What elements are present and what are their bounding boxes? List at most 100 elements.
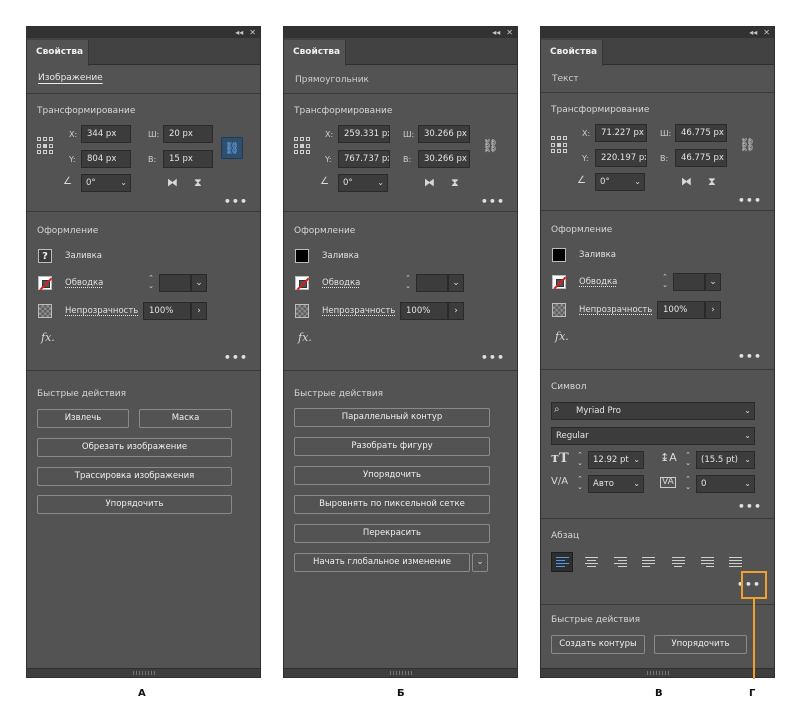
flip-horizontal-icon[interactable]: ⧓ <box>681 176 692 187</box>
stroke-weight-input[interactable] <box>416 274 448 292</box>
collapse-icon[interactable]: ◂◂ <box>235 28 243 37</box>
width-input[interactable]: 20 px <box>163 125 213 143</box>
resize-grip-icon[interactable] <box>646 671 669 675</box>
opacity-label[interactable]: Непрозрачность <box>322 306 395 316</box>
effects-fx-icon[interactable]: fx. <box>41 332 55 343</box>
stroke-weight-dropdown[interactable]: ⌄ <box>705 273 721 291</box>
reference-point-icon[interactable] <box>294 137 312 155</box>
height-input[interactable]: 30.266 px <box>418 150 470 168</box>
effects-fx-icon[interactable]: fx. <box>298 332 312 343</box>
arrange-button[interactable]: Упорядочить <box>37 495 232 514</box>
justify-all-button[interactable] <box>725 552 747 572</box>
mask-button[interactable]: Маска <box>139 409 232 428</box>
font-style-dropdown[interactable]: Regular ⌄ <box>551 427 755 445</box>
unlinked-proportions-icon[interactable]: ⛓ <box>739 139 756 152</box>
stroke-weight-dropdown[interactable]: ⌄ <box>191 274 207 292</box>
font-family-dropdown[interactable]: Myriad Pro ⌄ <box>551 402 755 420</box>
align-to-pixel-grid-button[interactable]: Выровнять по пиксельной сетке <box>294 495 490 514</box>
fill-swatch-mixed-icon[interactable]: ? <box>38 249 52 263</box>
close-icon[interactable]: ✕ <box>249 28 256 37</box>
font-size-dropdown[interactable]: 12.92 pt ⌄ <box>588 451 644 469</box>
image-trace-button[interactable]: Трассировка изображения <box>37 467 232 486</box>
y-input[interactable]: 220.197 px <box>595 149 647 167</box>
tracking-dropdown[interactable]: 0 ⌄ <box>696 475 755 493</box>
more-options-icon[interactable]: ••• <box>224 351 248 364</box>
flip-horizontal-icon[interactable]: ⧓ <box>424 177 435 188</box>
stroke-weight-input[interactable] <box>159 274 191 292</box>
align-left-button[interactable] <box>551 552 573 572</box>
x-input[interactable]: 344 px <box>81 125 131 143</box>
opacity-input[interactable]: 100% <box>657 301 705 319</box>
stroke-swatch-none-icon[interactable] <box>295 276 309 290</box>
align-right-button[interactable] <box>609 552 631 572</box>
justify-right-button[interactable] <box>696 552 718 572</box>
kerning-stepper[interactable]: ⌃ ⌄ <box>574 475 586 493</box>
more-options-icon[interactable]: ••• <box>224 195 248 208</box>
x-input[interactable]: 259.331 px <box>338 125 390 143</box>
y-input[interactable]: 767.737 px <box>338 150 390 168</box>
more-options-icon[interactable]: ••• <box>738 500 762 513</box>
stroke-weight-dropdown[interactable]: ⌄ <box>448 274 464 292</box>
align-center-button[interactable] <box>580 552 602 572</box>
expand-shape-button[interactable]: Разобрать фигуру <box>294 437 490 456</box>
y-input[interactable]: 804 px <box>81 150 131 168</box>
stroke-swatch-none-icon[interactable] <box>552 275 566 289</box>
flip-horizontal-icon[interactable]: ⧓ <box>167 177 178 188</box>
justify-center-button[interactable] <box>667 552 689 572</box>
kerning-dropdown[interactable]: Авто ⌄ <box>588 475 644 493</box>
opacity-label[interactable]: Непрозрачность <box>579 305 652 315</box>
object-type-label[interactable]: Изображение <box>38 73 103 83</box>
crop-image-button[interactable]: Обрезать изображение <box>37 438 232 457</box>
leading-stepper[interactable]: ⌃ ⌄ <box>682 451 694 469</box>
effects-fx-icon[interactable]: fx. <box>555 331 569 342</box>
stroke-label[interactable]: Обводка <box>65 278 103 288</box>
more-options-icon[interactable]: ••• <box>481 195 505 208</box>
extract-button[interactable]: Извлечь <box>37 409 129 428</box>
font-search-icon[interactable]: ⌕ <box>554 405 560 415</box>
opacity-expand-button[interactable]: › <box>705 301 721 319</box>
stroke-weight-stepper[interactable]: ⌃ ⌄ <box>402 274 414 292</box>
stroke-label[interactable]: Обводка <box>579 277 617 287</box>
more-options-icon[interactable]: ••• <box>481 351 505 364</box>
opacity-input[interactable]: 100% <box>143 302 191 320</box>
font-size-stepper[interactable]: ⌃ ⌄ <box>574 451 586 469</box>
collapse-icon[interactable]: ◂◂ <box>492 28 500 37</box>
height-input[interactable]: 15 px <box>163 150 213 168</box>
fill-swatch-icon[interactable] <box>552 248 566 262</box>
more-options-icon[interactable]: ••• <box>738 194 762 207</box>
width-input[interactable]: 46.775 px <box>675 124 727 142</box>
x-input[interactable]: 71.227 px <box>595 124 647 142</box>
opacity-label[interactable]: Непрозрачность <box>65 306 138 316</box>
create-outlines-button[interactable]: Создать контуры <box>551 635 645 654</box>
width-input[interactable]: 30.266 px <box>418 125 470 143</box>
reference-point-icon[interactable] <box>37 137 55 155</box>
stroke-swatch-none-icon[interactable] <box>38 276 52 290</box>
rotation-dropdown[interactable]: 0° ⌄ <box>338 174 388 192</box>
rotation-dropdown[interactable]: 0° ⌄ <box>595 173 645 191</box>
stroke-label[interactable]: Обводка <box>322 278 360 288</box>
opacity-expand-button[interactable]: › <box>448 302 464 320</box>
opacity-input[interactable]: 100% <box>400 302 448 320</box>
tracking-stepper[interactable]: ⌃ ⌄ <box>682 475 694 493</box>
opacity-expand-button[interactable]: › <box>191 302 207 320</box>
tab-properties[interactable]: Свойства <box>284 40 346 66</box>
leading-dropdown[interactable]: (15.5 pt) ⌄ <box>696 451 755 469</box>
collapse-icon[interactable]: ◂◂ <box>749 28 757 37</box>
constrain-proportions-icon[interactable]: ⛓ <box>221 137 243 159</box>
flip-vertical-icon[interactable]: ⧗ <box>451 177 459 188</box>
flip-vertical-icon[interactable]: ⧗ <box>708 176 716 187</box>
more-options-icon[interactable]: ••• <box>738 350 762 363</box>
global-edit-options-dropdown[interactable]: ⌄ <box>472 553 488 572</box>
resize-grip-icon[interactable] <box>389 671 412 675</box>
close-icon[interactable]: ✕ <box>763 28 770 37</box>
arrange-button[interactable]: Упорядочить <box>654 635 747 654</box>
tab-properties[interactable]: Свойства <box>27 40 89 66</box>
arrange-button[interactable]: Упорядочить <box>294 466 490 485</box>
start-global-edit-button[interactable]: Начать глобальное изменение <box>294 553 470 572</box>
close-icon[interactable]: ✕ <box>506 28 513 37</box>
height-input[interactable]: 46.775 px <box>675 149 727 167</box>
offset-path-button[interactable]: Параллельный контур <box>294 408 490 427</box>
recolor-button[interactable]: Перекрасить <box>294 524 490 543</box>
rotation-dropdown[interactable]: 0° ⌄ <box>81 174 131 192</box>
unlinked-proportions-icon[interactable]: ⛓ <box>482 140 499 153</box>
